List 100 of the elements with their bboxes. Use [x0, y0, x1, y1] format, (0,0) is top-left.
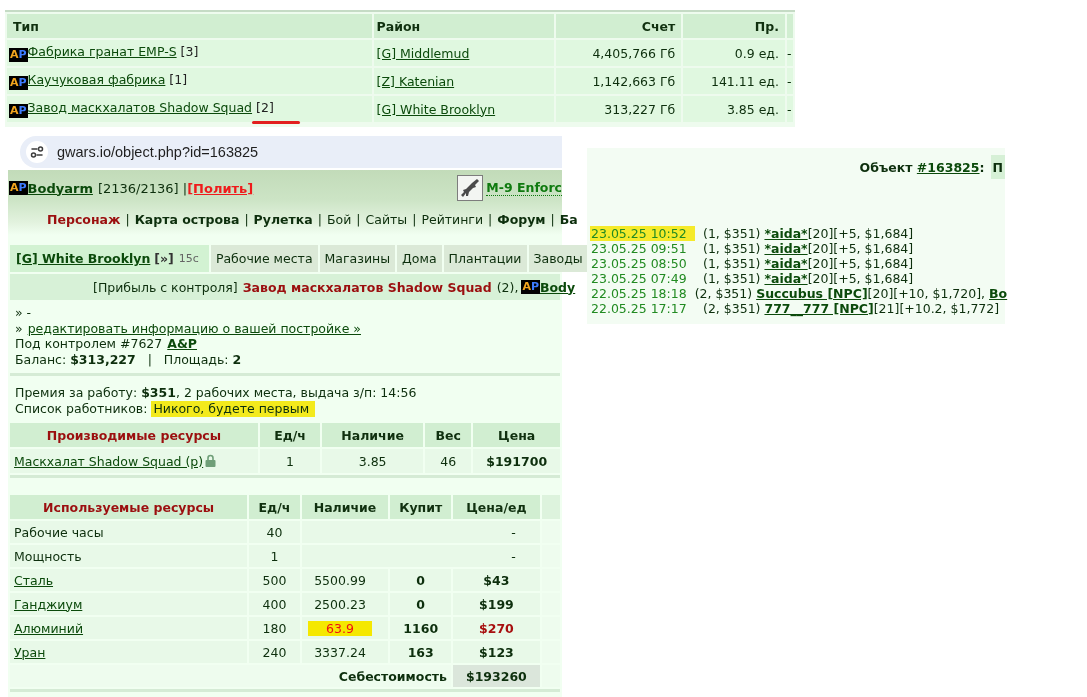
- resource-name: Рабочие часы: [14, 524, 104, 540]
- separator-text: |: [412, 211, 417, 227]
- log-entry: (2, $351) 777__777 [NPC][21][+10.2, $1,772]: [703, 301, 1000, 316]
- column-header[interactable]: Счет: [555, 14, 682, 38]
- weapon-link[interactable]: M-9 Enforc: [486, 180, 562, 196]
- district-link[interactable]: [G] White Brooklyn: [16, 251, 151, 266]
- site-settings-icon[interactable]: [26, 141, 48, 163]
- workers-label: Список работников:: [15, 401, 148, 417]
- description-text: » -: [15, 305, 32, 321]
- tab[interactable]: Дома: [397, 245, 442, 272]
- player-link[interactable]: *aida*: [764, 241, 808, 256]
- more-link[interactable]: [»]: [154, 251, 174, 266]
- table-cell: 1,142,663 Гб: [555, 68, 682, 94]
- log-entry: (2, $351) Succubus [NPC][20][+10, $1,720], Bo: [694, 286, 1008, 301]
- log-time: 23.05.25 09:51: [590, 241, 688, 256]
- edit-link[interactable]: редактировать информацию о вашей постройке »: [27, 320, 361, 336]
- column-header: Ед/ч: [259, 423, 321, 447]
- resource-link[interactable]: Сталь: [14, 572, 54, 588]
- table-cell: 313,227 Гб: [555, 96, 682, 122]
- table-cell: 180: [249, 617, 300, 639]
- address-bar[interactable]: gwars.io/object.php?id=163825: [20, 136, 562, 168]
- timer-text: 15с: [178, 252, 199, 265]
- player-link[interactable]: Succubus [NPC]: [756, 286, 868, 301]
- table-cell: -: [301, 545, 540, 567]
- table-cell: 240: [249, 641, 300, 663]
- clan-logo: AP: [9, 104, 28, 118]
- table-cell: 163: [390, 641, 451, 663]
- table-cell: 3.85 ед.: [683, 96, 785, 122]
- nav-link[interactable]: Сайты: [365, 211, 408, 227]
- table-cell: 3.85: [322, 449, 423, 473]
- nav-link[interactable]: Карта острова: [134, 211, 240, 227]
- column-header[interactable]: Район: [373, 14, 554, 38]
- tab[interactable]: Магазины: [319, 245, 396, 272]
- table-cell: $123: [453, 641, 540, 663]
- table-cell: -: [787, 40, 793, 66]
- column-header: Производимые ресурсы: [10, 423, 258, 447]
- nav-link[interactable]: Рулетка: [253, 211, 313, 227]
- column-header: Используемые ресурсы: [10, 495, 248, 519]
- table-cell: 0.9 ед.: [683, 40, 785, 66]
- player-link[interactable]: *aida*: [764, 256, 808, 271]
- building-count: [3]: [180, 44, 199, 59]
- player-link[interactable]: Bo: [989, 286, 1008, 301]
- table-cell: 141.11 ед.: [683, 68, 785, 94]
- separator-text: |: [317, 211, 322, 227]
- total-value: $193260: [453, 665, 540, 687]
- table-cell: -: [787, 68, 793, 94]
- table-cell: -: [787, 96, 793, 122]
- building-link[interactable]: Фабрика гранат EMP-S: [27, 44, 177, 59]
- column-header[interactable]: Тип: [7, 14, 372, 38]
- nav-link[interactable]: Форум: [497, 211, 546, 227]
- control-text: Под контролем #7627: [15, 336, 163, 352]
- nav-link[interactable]: Рейтинги: [421, 211, 484, 227]
- nav-link[interactable]: Бой: [326, 211, 352, 227]
- table-cell: 0: [390, 593, 451, 615]
- player-link[interactable]: 777__777 [NPC]: [764, 301, 874, 316]
- health-text: [2136/2136] |: [97, 180, 188, 196]
- bullet-text: »: [15, 320, 23, 336]
- nav-link[interactable]: Персонаж: [47, 211, 121, 227]
- table-cell: 400: [249, 593, 300, 615]
- gun-icon[interactable]: [457, 175, 484, 201]
- stock-value: 63.9: [308, 620, 373, 636]
- resource-link[interactable]: Уран: [14, 644, 46, 660]
- player-link[interactable]: *aida*: [764, 226, 808, 241]
- stock-value: 5500.99: [313, 572, 367, 588]
- separator-text: |: [244, 211, 249, 227]
- owner-link[interactable]: Body: [540, 279, 576, 295]
- table-cell: 0: [390, 569, 451, 591]
- tab[interactable]: Заводы: [528, 245, 588, 272]
- column-header: Ед/ч: [249, 495, 300, 519]
- balance-text: Баланс: $313,227 | Площадь: 2: [15, 351, 242, 367]
- nav-link[interactable]: Ба: [559, 211, 578, 227]
- workers-value: Никого, будете первым: [151, 401, 316, 417]
- stock-value: 2500.23: [313, 596, 367, 612]
- column-header: Цена/ед: [453, 495, 540, 519]
- table-cell: $199: [453, 593, 540, 615]
- table-cell: $43: [453, 569, 540, 591]
- log-entry: (1, $351) *aida*[20][+5, $1,684]: [703, 241, 914, 256]
- log-time: 23.05.25 07:49: [590, 271, 688, 286]
- log-entry: (1, $351) *aida*[20][+5, $1,684]: [703, 226, 914, 241]
- table-cell: 40: [249, 521, 300, 543]
- building-count: [2]: [256, 100, 274, 115]
- separator-text: |: [356, 211, 361, 227]
- table-cell: 4,405,766 Гб: [555, 40, 682, 66]
- player-link[interactable]: Bodyarm: [27, 180, 93, 196]
- player-link[interactable]: *aida*: [764, 271, 808, 286]
- column-header: Наличие: [301, 495, 389, 519]
- resource-name: Мощность: [14, 548, 82, 564]
- log-time: 22.05.25 17:17: [590, 301, 688, 316]
- object-link[interactable]: #163825: [916, 159, 980, 175]
- column-header[interactable]: Пр.: [683, 14, 785, 38]
- building-link[interactable]: Завод маскхалатов Shadow Squad: [27, 100, 253, 115]
- clan-logo: AP: [9, 181, 28, 195]
- team-link[interactable]: A&P: [167, 336, 197, 352]
- building-link[interactable]: Каучуковая фабрика: [27, 72, 166, 87]
- wage-text: Премия за работу: $351, 2 рабочих места, выдача з/п: 14:56: [15, 385, 417, 401]
- column-header: Цена: [473, 423, 560, 447]
- tab[interactable]: Плантации: [443, 245, 527, 272]
- column-header: Вес: [425, 423, 472, 447]
- log-time: 23.05.25 08:50: [590, 256, 688, 271]
- tab[interactable]: Рабочие места: [210, 245, 318, 272]
